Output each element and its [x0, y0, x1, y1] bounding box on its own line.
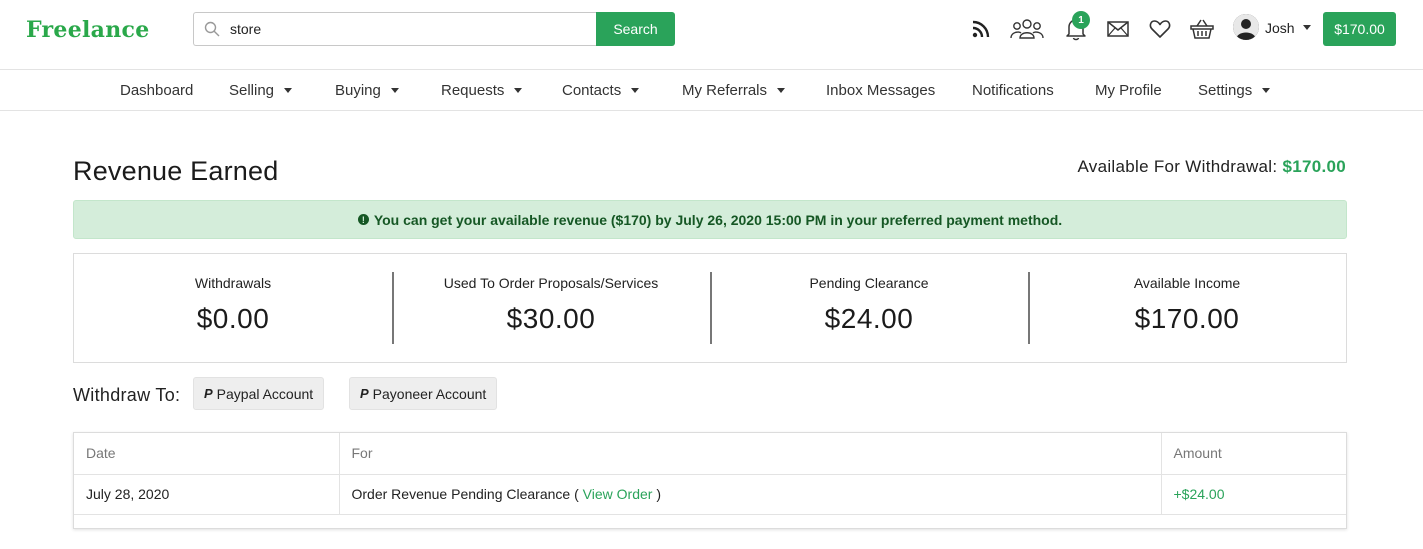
chevron-down-icon — [631, 88, 640, 93]
stat-label: Used To Order Proposals/Services — [443, 275, 659, 291]
top-header: Freelance Search — [0, 0, 1423, 70]
nav-selling[interactable]: Selling — [229, 82, 293, 99]
nav-my-referrals[interactable]: My Referrals — [682, 82, 786, 99]
balance-button[interactable]: $170.00 — [1323, 12, 1396, 46]
mail-icon[interactable] — [1105, 16, 1131, 42]
basket-icon[interactable] — [1189, 16, 1215, 42]
paypal-icon: P — [204, 386, 213, 401]
chevron-down-icon — [777, 88, 786, 93]
nav-dashboard[interactable]: Dashboard — [120, 82, 193, 99]
nav-contacts[interactable]: Contacts — [562, 82, 640, 99]
chevron-down-icon — [514, 88, 523, 93]
row-for-text: Order Revenue Pending Clearance — [351, 486, 571, 502]
contacts-icon[interactable] — [1010, 16, 1044, 42]
revenue-stats: Withdrawals $0.00 Used To Order Proposal… — [73, 253, 1347, 363]
revenue-table: Date For Amount July 28, 2020 Order Reve… — [73, 432, 1347, 529]
stat-value: $0.00 — [196, 303, 270, 334]
paypal-account-label: Paypal Account — [216, 385, 314, 402]
chevron-down-icon — [390, 88, 399, 93]
row-date: July 28, 2020 — [74, 474, 339, 515]
stat-used-to-order: Used To Order Proposals/Services $30.00 — [392, 254, 710, 362]
search-field[interactable] — [193, 12, 596, 46]
heart-icon[interactable] — [1147, 16, 1173, 42]
link-close-paren: ) — [656, 486, 661, 502]
info-alert: ! You can get your available revenue ($1… — [73, 200, 1347, 239]
table-row: July 28, 2020 Order Revenue Pending Clea… — [74, 474, 1346, 515]
paypal-icon: P — [360, 386, 369, 401]
nav-requests[interactable]: Requests — [441, 82, 523, 99]
nav-my-profile[interactable]: My Profile — [1095, 82, 1162, 99]
stat-label: Pending Clearance — [809, 275, 929, 291]
column-header-amount: Amount — [1160, 433, 1346, 475]
withdraw-to-label: Withdraw To: — [73, 385, 181, 405]
column-header-for: For — [338, 433, 1161, 475]
search-bar: Search — [193, 12, 675, 46]
nav-settings[interactable]: Settings — [1198, 82, 1271, 99]
available-withdrawal-amount: $170.00 — [1282, 157, 1346, 176]
avatar[interactable] — [1233, 14, 1259, 40]
alert-text: You can get your available revenue ($170… — [373, 211, 1063, 228]
row-amount: +$24.00 — [1160, 474, 1346, 515]
site-logo[interactable]: Freelance — [26, 17, 150, 43]
row-for: Order Revenue Pending Clearance ( View O… — [338, 474, 1161, 515]
page-title: Revenue Earned — [73, 156, 279, 186]
stat-withdrawals: Withdrawals $0.00 — [74, 254, 392, 362]
user-name[interactable]: Josh — [1265, 20, 1295, 36]
stat-label: Withdrawals — [194, 275, 272, 291]
nav-buying[interactable]: Buying — [335, 82, 399, 99]
stat-value: $170.00 — [1134, 303, 1240, 334]
payoneer-account-button[interactable]: P Payoneer Account — [349, 377, 498, 410]
view-order-link[interactable]: View Order — [583, 486, 653, 502]
link-open-paren: ( — [574, 486, 579, 502]
notification-badge: 1 — [1072, 11, 1090, 29]
available-withdrawal-label: Available For Withdrawal: — [1077, 157, 1278, 176]
payoneer-account-label: Payoneer Account — [372, 385, 487, 402]
rss-icon[interactable] — [968, 16, 994, 42]
search-button[interactable]: Search — [596, 12, 675, 46]
search-icon — [204, 21, 220, 37]
chevron-down-icon — [284, 88, 293, 93]
table-header-row: Date For Amount — [74, 433, 1346, 475]
exclamation-circle-icon: ! — [357, 214, 369, 225]
available-withdrawal: Available For Withdrawal: $170.00 — [1077, 157, 1346, 177]
stat-value: $30.00 — [506, 303, 596, 334]
paypal-account-button[interactable]: P Paypal Account — [193, 377, 325, 410]
chevron-down-icon — [1262, 88, 1271, 93]
main-nav: Dashboard Selling Buying Requests Contac… — [0, 70, 1423, 111]
stat-label: Available Income — [1133, 275, 1241, 291]
user-menu-caret-icon[interactable] — [1303, 25, 1311, 30]
stat-value: $24.00 — [824, 303, 914, 334]
column-header-date: Date — [74, 433, 339, 475]
nav-inbox-messages[interactable]: Inbox Messages — [826, 82, 935, 99]
nav-notifications[interactable]: Notifications — [972, 82, 1054, 99]
stat-available-income: Available Income $170.00 — [1028, 254, 1346, 362]
stat-pending-clearance: Pending Clearance $24.00 — [710, 254, 1028, 362]
search-input[interactable] — [230, 21, 570, 37]
